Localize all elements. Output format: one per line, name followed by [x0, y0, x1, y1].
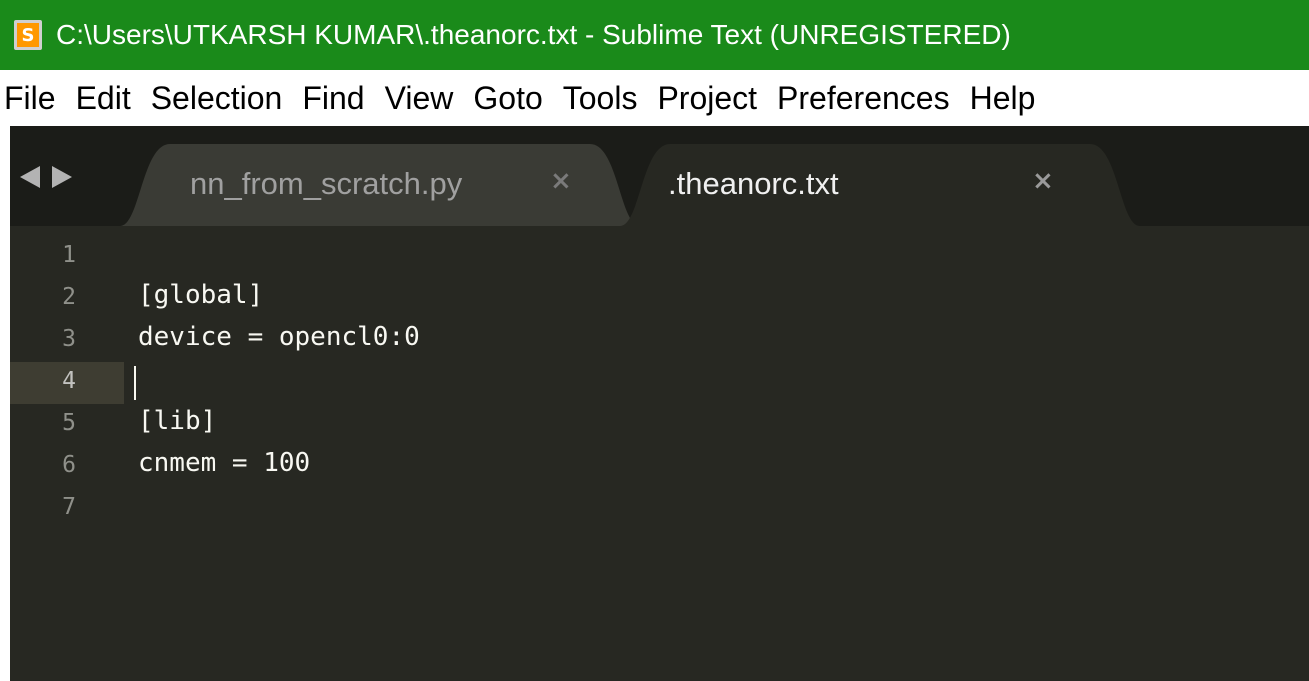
- menu-preferences[interactable]: Preferences: [767, 80, 960, 117]
- line-number: 7: [62, 494, 76, 520]
- arrow-left-icon[interactable]: [20, 166, 40, 188]
- tab-nn-from-scratch[interactable]: nn_from_scratch.py ×: [120, 144, 640, 226]
- line-number: 4: [62, 368, 76, 394]
- tab-nav-arrows: [20, 166, 72, 188]
- menu-file[interactable]: File: [0, 80, 66, 117]
- code-line[interactable]: 5 [lib]: [10, 404, 1309, 446]
- title-bar: S C:\Users\UTKARSH KUMAR\.theanorc.txt -…: [0, 0, 1309, 70]
- line-text: cnmem = 100: [138, 448, 311, 478]
- menu-tools[interactable]: Tools: [553, 80, 648, 117]
- sublime-app-icon[interactable]: S: [14, 20, 42, 50]
- line-number: 2: [62, 284, 76, 310]
- code-line-current[interactable]: 4: [10, 362, 1309, 404]
- editor-window: nn_from_scratch.py × .theanorc.txt × 1 2…: [0, 126, 1309, 681]
- close-icon[interactable]: ×: [550, 166, 572, 196]
- tab-theanorc[interactable]: .theanorc.txt ×: [620, 144, 1140, 226]
- code-line[interactable]: 3 device = opencl0:0: [10, 320, 1309, 362]
- line-number: 6: [62, 452, 76, 478]
- tab-strip: nn_from_scratch.py × .theanorc.txt ×: [10, 126, 1309, 226]
- line-number: 3: [62, 326, 76, 352]
- menu-view[interactable]: View: [375, 80, 464, 117]
- code-line[interactable]: 6 cnmem = 100: [10, 446, 1309, 488]
- tab-label: .theanorc.txt: [668, 166, 839, 201]
- line-text: device = opencl0:0: [138, 322, 420, 352]
- menu-project[interactable]: Project: [647, 80, 767, 117]
- line-text: [lib]: [138, 406, 217, 436]
- code-editor[interactable]: 1 2 [global] 3 device = opencl0:0 4 5 [l…: [10, 226, 1309, 681]
- code-line[interactable]: 7: [10, 488, 1309, 530]
- window-title: C:\Users\UTKARSH KUMAR\.theanorc.txt - S…: [56, 19, 1011, 50]
- menu-bar: File Edit Selection Find View Goto Tools…: [0, 70, 1309, 126]
- arrow-right-icon[interactable]: [52, 166, 72, 188]
- menu-help[interactable]: Help: [960, 80, 1046, 117]
- close-icon[interactable]: ×: [1032, 166, 1054, 196]
- line-text: [global]: [138, 280, 264, 310]
- menu-find[interactable]: Find: [292, 80, 374, 117]
- code-line[interactable]: 1: [10, 236, 1309, 278]
- line-number: 1: [62, 242, 76, 268]
- menu-goto[interactable]: Goto: [463, 80, 552, 117]
- code-line[interactable]: 2 [global]: [10, 278, 1309, 320]
- text-cursor: [134, 366, 136, 400]
- menu-edit[interactable]: Edit: [66, 80, 141, 117]
- menu-selection[interactable]: Selection: [141, 80, 293, 117]
- line-number: 5: [62, 410, 76, 436]
- tab-label: nn_from_scratch.py: [190, 166, 463, 201]
